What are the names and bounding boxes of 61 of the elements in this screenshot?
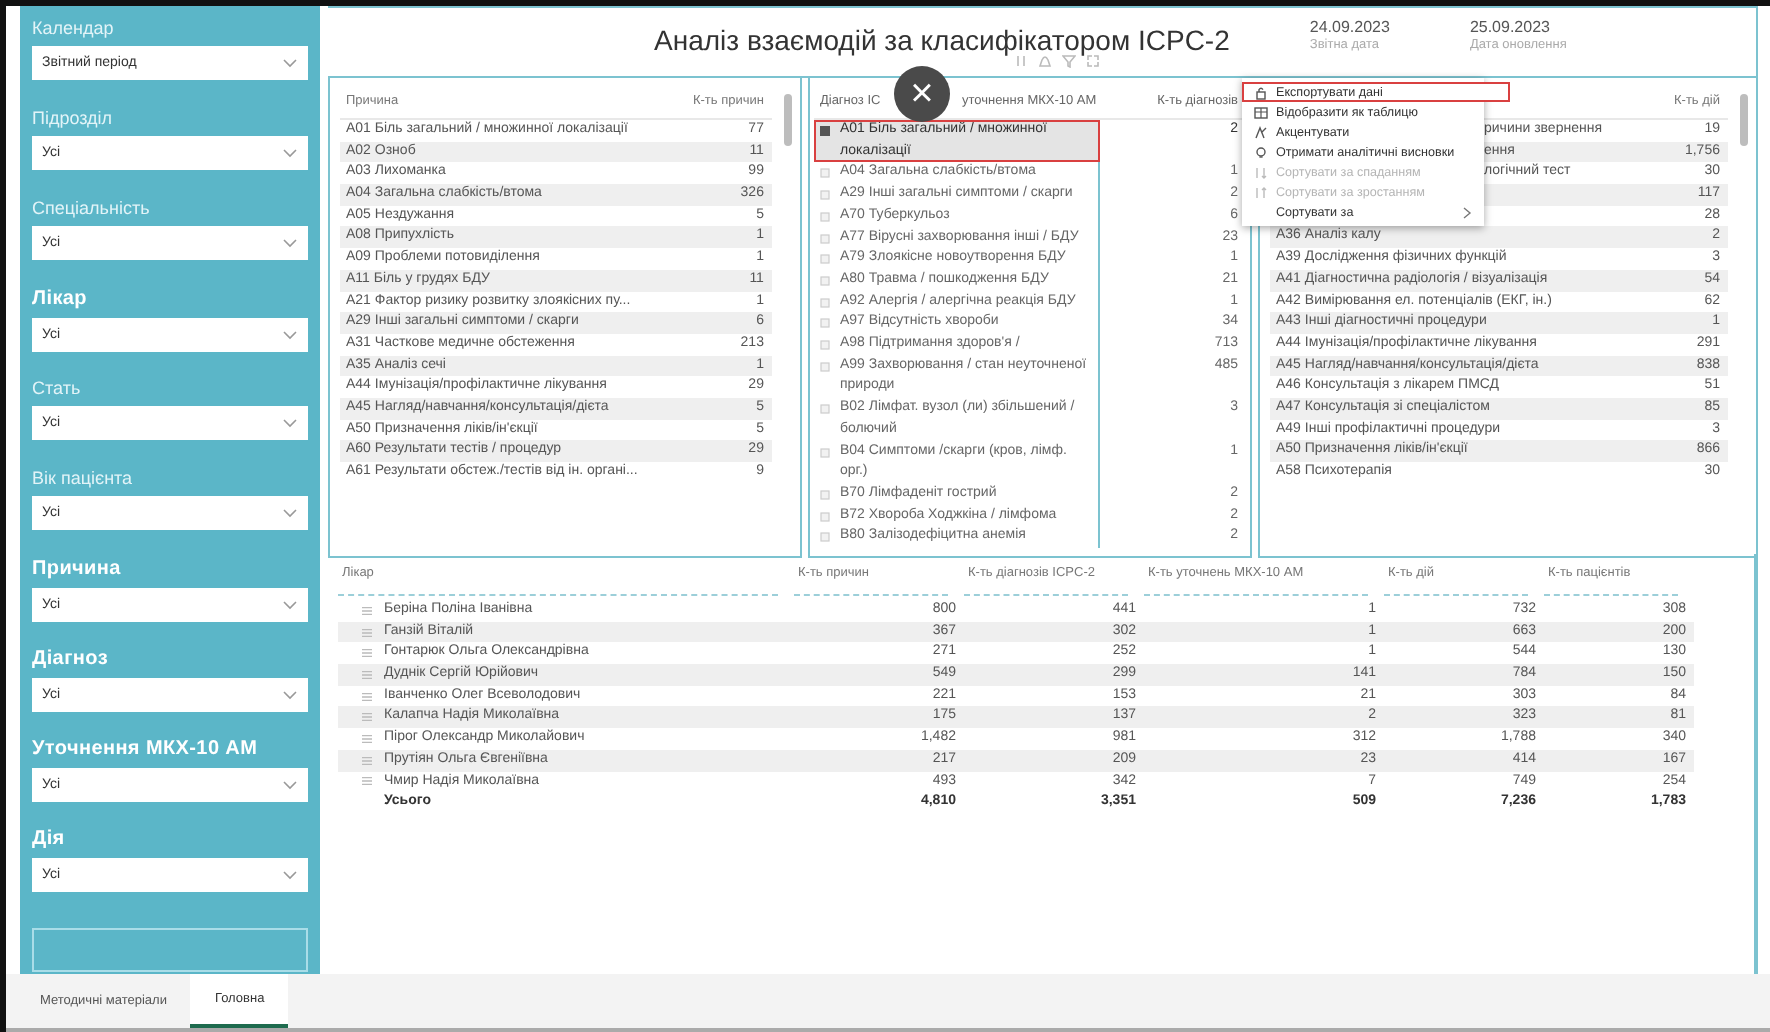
filter-icon[interactable] bbox=[1062, 54, 1076, 68]
filter-label: Підрозділ bbox=[32, 108, 115, 128]
chevron-down-icon bbox=[282, 780, 298, 790]
sort-icon bbox=[1254, 185, 1268, 199]
row-icon bbox=[362, 627, 372, 638]
chevron-down-icon bbox=[282, 600, 298, 610]
chevron-down-icon bbox=[282, 690, 298, 700]
checkbox-icon[interactable] bbox=[819, 318, 830, 329]
chevron-down-icon bbox=[282, 508, 298, 518]
spotlight-icon bbox=[1254, 125, 1268, 139]
filter-label: Діагноз bbox=[32, 648, 111, 670]
chevron-down-icon bbox=[282, 330, 298, 340]
checkbox-icon[interactable] bbox=[819, 233, 830, 244]
lock-icon bbox=[1254, 85, 1268, 99]
bell-icon[interactable] bbox=[1038, 54, 1052, 68]
table-icon bbox=[1254, 105, 1268, 119]
scrollbar[interactable] bbox=[1740, 94, 1748, 146]
filter-label: Спеціальність bbox=[32, 198, 152, 218]
checkbox-icon[interactable] bbox=[819, 447, 830, 458]
row-icon bbox=[362, 712, 372, 723]
sort-icon bbox=[1254, 165, 1268, 179]
date-value: 25.09.2023 bbox=[1469, 18, 1552, 36]
checkbox-icon[interactable] bbox=[819, 126, 830, 136]
expand-icon[interactable] bbox=[1086, 54, 1100, 68]
row-icon bbox=[362, 691, 372, 702]
checkbox-icon[interactable] bbox=[819, 275, 830, 286]
checkbox-icon[interactable] bbox=[819, 404, 830, 415]
filter-label: Лікар bbox=[32, 288, 89, 310]
chevron-down-icon bbox=[282, 870, 298, 880]
checkbox-icon[interactable] bbox=[819, 297, 830, 308]
chevron-down-icon bbox=[282, 418, 298, 428]
filter-label: Стать bbox=[32, 378, 83, 398]
date-value: 24.09.2023 bbox=[1309, 18, 1390, 36]
checkbox-icon[interactable] bbox=[819, 190, 830, 201]
row-icon bbox=[362, 605, 372, 616]
chevron-right-icon bbox=[1462, 205, 1472, 219]
checkbox-icon[interactable] bbox=[819, 340, 830, 351]
filter-label: Причина bbox=[32, 558, 123, 580]
bulb-icon bbox=[1254, 145, 1268, 159]
checkbox-icon[interactable] bbox=[819, 168, 830, 179]
checkbox-icon[interactable] bbox=[819, 254, 830, 265]
checkbox-icon[interactable] bbox=[819, 532, 830, 543]
chevron-down-icon bbox=[282, 238, 298, 248]
row-icon bbox=[362, 755, 372, 766]
chevron-down-icon bbox=[282, 148, 298, 158]
report-title: Аналіз взаємодій за класифікатором ICPC-2 bbox=[654, 24, 1230, 56]
row-icon bbox=[362, 648, 372, 659]
checkbox-icon[interactable] bbox=[819, 211, 830, 222]
row-icon bbox=[362, 733, 372, 744]
filter-label: Вік пацієнта bbox=[32, 468, 135, 488]
filter-label: Уточнення МКХ-10 АМ bbox=[32, 738, 260, 760]
close-button[interactable]: × bbox=[893, 66, 950, 122]
row-icon bbox=[362, 669, 372, 680]
filter-label: Дія bbox=[32, 828, 67, 850]
checkbox-icon[interactable] bbox=[819, 511, 830, 522]
checkbox-icon[interactable] bbox=[819, 361, 830, 372]
filter-label: Календар bbox=[32, 18, 116, 38]
scrollbar[interactable] bbox=[783, 94, 792, 146]
checkbox-icon[interactable] bbox=[819, 489, 830, 500]
chevron-down-icon bbox=[282, 58, 298, 68]
row-icon bbox=[362, 776, 372, 787]
